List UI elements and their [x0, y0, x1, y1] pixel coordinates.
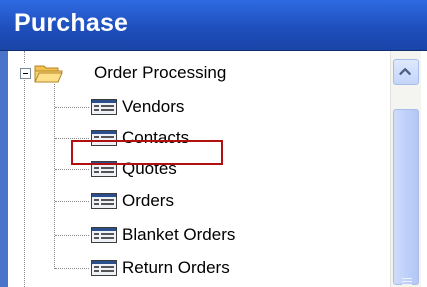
collapse-toggle[interactable]: [20, 68, 31, 79]
tree-connector: [54, 84, 55, 269]
chevron-up-icon: [399, 68, 411, 75]
tree-node-order-processing[interactable]: Order Processing: [94, 63, 226, 83]
tree-connector: [24, 80, 25, 287]
tree-connector: [24, 51, 25, 63]
scroll-up-button[interactable]: [393, 59, 419, 85]
list-icon: [91, 260, 117, 276]
tree-node-vendors[interactable]: Vendors: [122, 97, 184, 117]
tree-connector: [55, 201, 89, 202]
tree-node-blanket-orders[interactable]: Blanket Orders: [122, 225, 235, 245]
purchase-panel: Purchase Order Processing Vendors Contac…: [0, 0, 427, 287]
folder-open-icon: [34, 65, 63, 83]
grip-icon: [402, 278, 412, 285]
list-icon: [91, 99, 117, 115]
vertical-scrollbar[interactable]: [390, 51, 421, 287]
panel-title: Purchase: [14, 9, 129, 37]
tree-node-return-orders[interactable]: Return Orders: [122, 258, 230, 278]
tree-connector: [55, 235, 89, 236]
list-icon: [91, 193, 117, 209]
navigation-tree: Order Processing Vendors Contacts Quotes: [8, 51, 388, 287]
tree-connector: [55, 268, 89, 269]
tree-node-orders[interactable]: Orders: [122, 191, 174, 211]
orders-highlight-box: [71, 140, 223, 165]
list-icon: [91, 227, 117, 243]
tree-connector: [55, 138, 89, 139]
tree-connector: [55, 107, 89, 108]
scroll-thumb[interactable]: [393, 109, 419, 285]
tree-connector: [55, 169, 89, 170]
panel-header: Purchase: [0, 0, 427, 51]
